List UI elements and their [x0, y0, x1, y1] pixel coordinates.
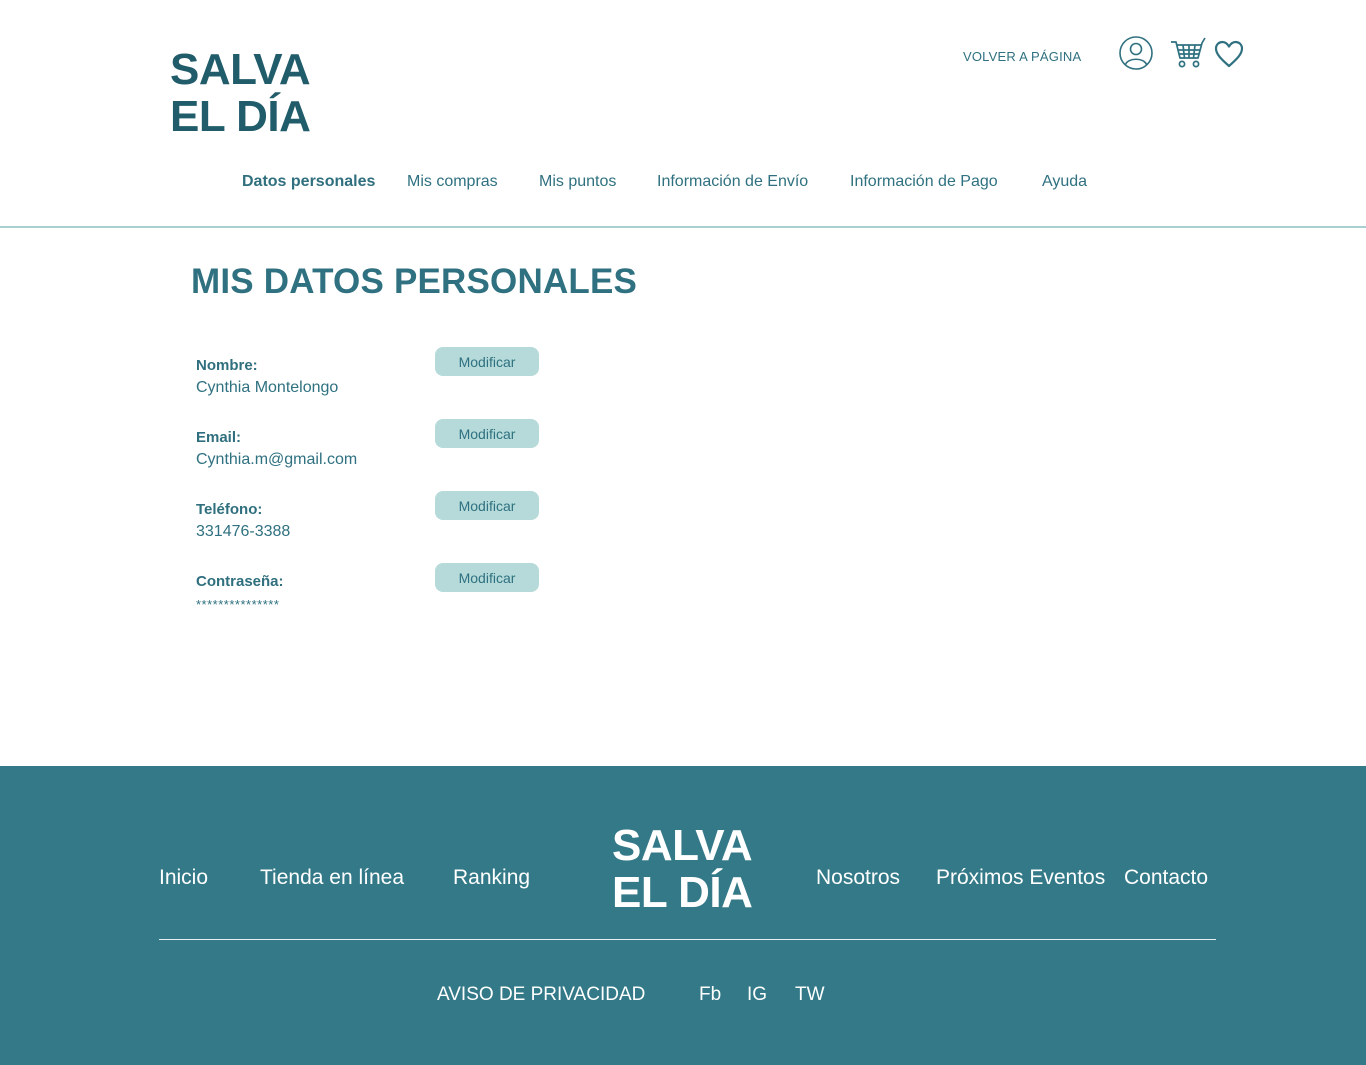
footer-link-ranking[interactable]: Ranking: [453, 866, 530, 890]
site-logo[interactable]: SALVA EL DÍA: [170, 45, 311, 141]
field-label: Teléfono:: [196, 501, 263, 518]
footer-link-inicio[interactable]: Inicio: [159, 866, 208, 890]
privacy-notice-link[interactable]: AVISO DE PRIVACIDAD: [437, 984, 645, 1006]
field-label: Nombre:: [196, 357, 258, 374]
social-link-twitter[interactable]: TW: [795, 984, 825, 1006]
nav-informacion-pago[interactable]: Información de Pago: [850, 173, 998, 191]
footer-divider: [159, 939, 1216, 940]
nav-informacion-envio[interactable]: Información de Envío: [657, 173, 808, 191]
field-value: Cynthia.m@gmail.com: [196, 451, 358, 468]
nav-mis-puntos[interactable]: Mis puntos: [539, 173, 616, 191]
footer-link-nosotros[interactable]: Nosotros: [816, 866, 900, 890]
heart-icon[interactable]: [1213, 38, 1245, 70]
field-contrasena: Contraseña: *************** Modificar: [196, 563, 556, 633]
site-footer: Inicio Tienda en línea Ranking SALVA EL …: [0, 766, 1366, 1065]
nav-ayuda[interactable]: Ayuda: [1042, 173, 1087, 191]
modify-telefono-button[interactable]: Modificar: [435, 491, 539, 520]
modify-email-button[interactable]: Modificar: [435, 419, 539, 448]
footer-logo[interactable]: SALVA EL DÍA: [612, 821, 753, 917]
field-telefono: Teléfono: 331476-3388 Modificar: [196, 491, 556, 561]
field-label: Email:: [196, 429, 242, 446]
nav-datos-personales[interactable]: Datos personales: [242, 173, 375, 191]
nav-mis-compras[interactable]: Mis compras: [407, 173, 498, 191]
user-icon[interactable]: [1118, 35, 1154, 71]
social-link-facebook[interactable]: Fb: [699, 984, 721, 1006]
field-value: ***************: [196, 597, 280, 612]
field-value: Cynthia Montelongo: [196, 379, 339, 396]
logo-line-1: SALVA: [170, 45, 311, 94]
field-value: 331476-3388: [196, 523, 291, 540]
footer-logo-line-2: EL DÍA: [612, 868, 753, 917]
back-to-page-link[interactable]: VOLVER A PÁGINA: [963, 49, 1081, 64]
footer-link-contacto[interactable]: Contacto: [1124, 866, 1208, 890]
footer-logo-line-1: SALVA: [612, 821, 753, 870]
modify-contrasena-button[interactable]: Modificar: [435, 563, 539, 592]
footer-link-proximos-eventos[interactable]: Próximos Eventos: [936, 866, 1105, 890]
cart-icon[interactable]: [1169, 34, 1207, 70]
field-label: Contraseña:: [196, 573, 284, 590]
field-email: Email: Cynthia.m@gmail.com Modificar: [196, 419, 556, 489]
field-nombre: Nombre: Cynthia Montelongo Modificar: [196, 347, 556, 417]
social-link-instagram[interactable]: IG: [747, 984, 767, 1006]
site-header: SALVA EL DÍA VOLVER A PÁGINA Datos perso: [0, 0, 1366, 228]
footer-link-tienda[interactable]: Tienda en línea: [260, 866, 404, 890]
modify-nombre-button[interactable]: Modificar: [435, 347, 539, 376]
logo-line-2: EL DÍA: [170, 92, 311, 141]
account-nav: Datos personales Mis compras Mis puntos …: [0, 173, 1366, 197]
page-title: MIS DATOS PERSONALES: [191, 262, 638, 301]
